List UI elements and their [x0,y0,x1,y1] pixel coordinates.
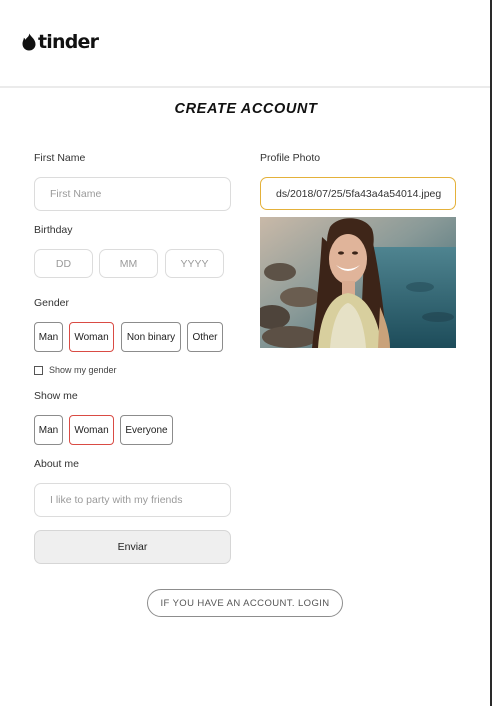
first-name-placeholder: First Name [50,188,102,200]
gender-option-man[interactable]: Man [34,322,63,352]
show-me-option-woman[interactable]: Woman [69,415,114,445]
profile-photo-preview [260,217,456,348]
birthday-label: Birthday [34,224,73,236]
profile-photo-url-value: ds/2018/07/25/5fa43a4a54014.jpeg [276,187,442,200]
birthday-month-input[interactable]: MM [99,249,158,278]
about-me-input[interactable]: I like to party with my friends [34,483,231,517]
birthday-day-input[interactable]: DD [34,249,93,278]
about-me-label: About me [34,458,79,470]
gender-label: Gender [34,297,70,309]
about-me-placeholder: I like to party with my friends [50,494,183,506]
show-me-options: Man Woman Everyone [34,415,234,445]
page-title: CREATE ACCOUNT [174,101,318,117]
show-gender-row: Show my gender [34,365,117,375]
birthday-year-input[interactable]: YYYY [165,249,224,278]
show-gender-checkbox[interactable] [34,365,43,375]
login-button[interactable]: IF YOU HAVE AN ACCOUNT. LOGIN [147,589,343,617]
logo-wordmark: tinder [38,31,99,53]
gender-option-woman[interactable]: Woman [69,322,114,352]
profile-photo-label: Profile Photo [260,152,321,164]
show-me-option-everyone[interactable]: Everyone [120,415,173,445]
gender-option-non-binary[interactable]: Non binary [121,322,181,352]
gender-option-other[interactable]: Other [187,322,223,352]
gender-options: Man Woman Non binary Other [34,322,234,352]
flame-icon [22,33,36,51]
year-placeholder: YYYY [180,257,209,270]
top-bar: tinder [0,0,490,88]
show-gender-label: Show my gender [49,365,117,375]
submit-button[interactable]: Enviar [34,530,231,564]
profile-photo-url-input[interactable]: ds/2018/07/25/5fa43a4a54014.jpeg [260,177,456,210]
tinder-logo[interactable]: tinder [22,30,99,54]
first-name-input[interactable]: First Name [34,177,231,211]
month-placeholder: MM [119,257,138,270]
first-name-label: First Name [34,152,86,164]
show-me-label: Show me [34,390,78,402]
day-placeholder: DD [55,257,72,270]
show-me-option-man[interactable]: Man [34,415,63,445]
